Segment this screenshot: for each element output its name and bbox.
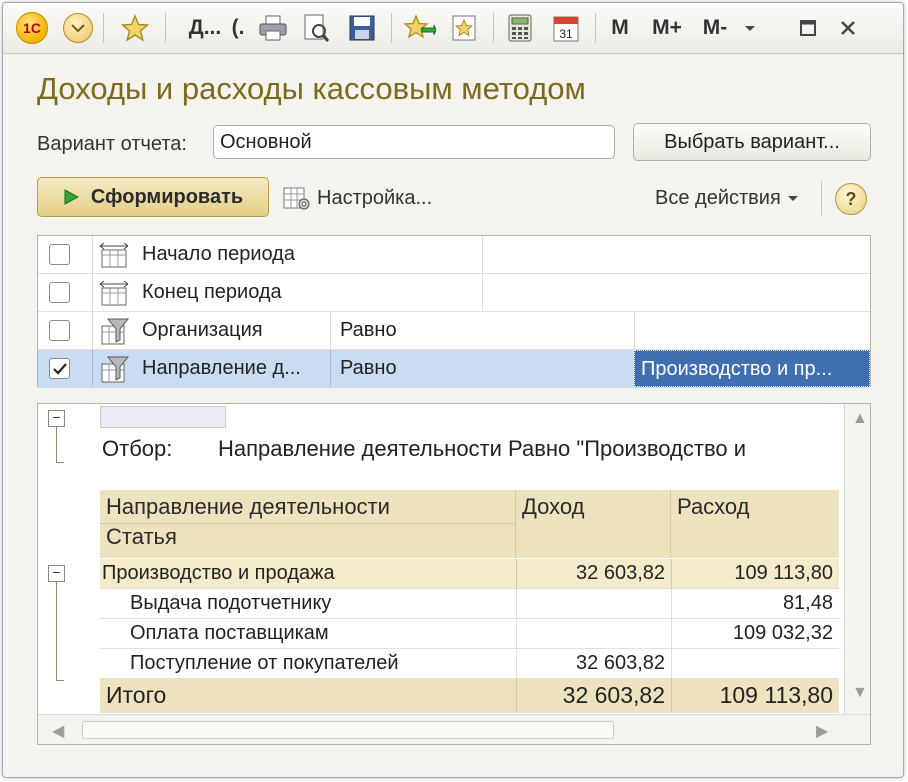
all-actions-label: Все действия [655, 186, 781, 209]
printer-icon[interactable] [255, 11, 291, 45]
toolbar: 1С Д... (. 31 M M+ M- [3, 3, 903, 54]
doc-short-label-2[interactable]: (. [229, 11, 247, 45]
scroll-right-icon[interactable]: ▶ [816, 721, 828, 741]
favorite-add-icon[interactable] [401, 11, 439, 45]
total-row-income[interactable]: 32 603,82 [516, 679, 671, 713]
vertical-scrollbar[interactable]: ▲ ▼ [844, 404, 870, 714]
filter-name: Конец периода [142, 281, 282, 303]
header-expense[interactable]: Расход [671, 490, 839, 558]
detail-row-expense[interactable]: 109 032,32 [671, 619, 839, 649]
variant-field[interactable]: Основной [213, 125, 615, 159]
filter-row-organization[interactable]: Организация Равно [38, 312, 870, 350]
calendar-icon[interactable]: 31 [549, 11, 583, 45]
detail-row-income[interactable] [516, 589, 671, 619]
detail-row-income[interactable]: 32 603,82 [516, 649, 671, 679]
filter-condition[interactable]: Равно [340, 357, 620, 380]
star-icon[interactable] [115, 11, 155, 45]
generate-label: Сформировать [90, 185, 244, 208]
group-row-expense[interactable]: 109 113,80 [671, 559, 839, 589]
detail-row-expense[interactable] [671, 649, 839, 679]
chevron-down-icon[interactable] [739, 11, 761, 45]
filter-row-end-period[interactable]: Конец периода [38, 274, 870, 312]
header-direction[interactable]: Направление деятельности Статья [100, 490, 516, 558]
scroll-left-icon[interactable]: ◀ [52, 721, 64, 741]
header-direction-line1: Направление деятельности [106, 494, 390, 519]
detail-row-name[interactable]: Оплата поставщикам [100, 619, 516, 649]
chevron-down-icon [787, 196, 798, 201]
header-income[interactable]: Доход [516, 490, 671, 558]
total-row-expense[interactable]: 109 113,80 [671, 679, 839, 713]
settings-button[interactable]: Настройка... [283, 183, 432, 213]
filter-name: Начало периода [142, 243, 295, 265]
close-icon[interactable] [833, 11, 863, 45]
maximize-icon[interactable] [793, 11, 823, 45]
scroll-down-icon[interactable]: ▼ [852, 684, 868, 702]
filter-checkbox[interactable] [49, 320, 70, 341]
dropdown-menu-icon[interactable] [61, 11, 95, 45]
scroll-up-icon[interactable]: ▲ [852, 410, 868, 428]
filter-name: Организация [142, 319, 263, 341]
group-row-name[interactable]: Производство и продажа [100, 559, 516, 589]
all-actions-menu[interactable]: Все действия [655, 183, 799, 213]
choose-variant-label: Выбрать вариант... [664, 130, 840, 153]
detail-row-income[interactable] [516, 619, 671, 649]
selected-cell-marker [100, 406, 226, 428]
filter-condition[interactable]: Равно [340, 319, 620, 342]
filter-funnel-icon [98, 356, 130, 389]
settings-label: Настройка... [317, 186, 433, 209]
help-label: ? [845, 188, 857, 209]
help-button[interactable]: ? [835, 183, 867, 215]
play-icon [64, 189, 79, 205]
header-direction-line2: Статья [106, 524, 177, 549]
checkmark-icon [52, 362, 67, 375]
choose-variant-button[interactable]: Выбрать вариант... [633, 123, 871, 161]
group-row-income[interactable]: 32 603,82 [516, 559, 671, 589]
grouping-gutter: − − [38, 404, 96, 714]
filter-checkbox-checked[interactable] [49, 358, 70, 379]
filter-checkbox[interactable] [49, 282, 70, 303]
filter-value-selected[interactable]: Производство и пр... [634, 350, 870, 387]
calendar-day: 31 [559, 27, 573, 41]
filter-caption-label: Отбор: [102, 436, 173, 461]
scroll-thumb[interactable] [82, 721, 614, 739]
horizontal-scrollbar[interactable]: ◀ ▶ [38, 714, 870, 744]
detail-row-expense[interactable]: 81,48 [671, 589, 839, 619]
filter-row-start-period[interactable]: Начало периода [38, 236, 870, 274]
filter-name: Направление д... [142, 357, 301, 379]
variant-value: Основной [220, 131, 312, 153]
favorite-icon[interactable] [447, 11, 481, 45]
memory-minus-button[interactable]: M- [695, 11, 735, 45]
report-window: 1С Д... (. 31 M M+ M- Доходы и расходы к… [2, 2, 904, 778]
collapse-icon[interactable]: − [48, 410, 65, 427]
detail-row-name[interactable]: Выдача подотчетнику [100, 589, 516, 619]
period-icon [98, 242, 130, 273]
divider [821, 181, 822, 215]
filter-checkbox[interactable] [49, 244, 70, 265]
print-preview-icon[interactable] [299, 11, 333, 45]
memory-m-button[interactable]: M [605, 11, 635, 45]
filter-row-direction[interactable]: Направление д... Равно Производство и пр… [38, 350, 870, 388]
filter-grid: Начало периода Конец периода Организация… [37, 235, 871, 388]
report-spreadsheet: − − Отбор: Направление деятельности Равн… [37, 403, 871, 745]
1c-logo-icon[interactable]: 1С [15, 11, 49, 45]
logo-text: 1С [16, 12, 48, 44]
detail-row-name[interactable]: Поступление от покупателей [100, 649, 516, 679]
doc-short-label[interactable]: Д... [183, 11, 227, 45]
collapse-icon[interactable]: − [48, 565, 65, 582]
filter-funnel-icon [98, 318, 130, 351]
memory-plus-button[interactable]: M+ [647, 11, 687, 45]
variant-label: Вариант отчета: [37, 133, 187, 155]
period-icon [98, 280, 130, 311]
generate-button[interactable]: Сформировать [37, 177, 269, 217]
settings-icon [283, 187, 310, 210]
page-title: Доходы и расходы кассовым методом [37, 71, 586, 106]
calculator-icon[interactable] [503, 11, 537, 45]
filter-caption-value: Направление деятельности Равно "Производ… [218, 436, 747, 461]
total-row-name[interactable]: Итого [100, 679, 516, 713]
save-icon[interactable] [345, 11, 379, 45]
